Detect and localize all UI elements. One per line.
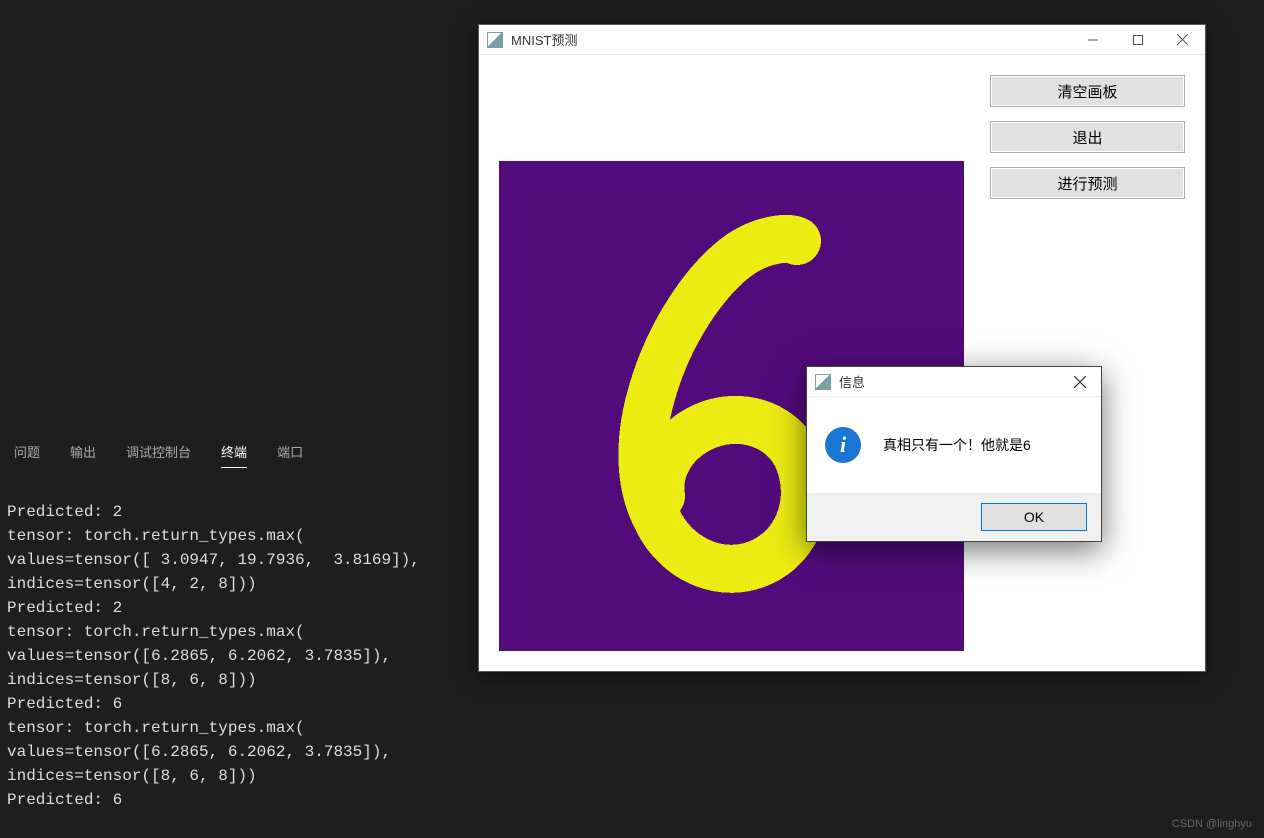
mnist-app-window: MNIST预测 清空画板 退出 进行预测 <box>478 24 1206 672</box>
clear-canvas-button[interactable]: 清空画板 <box>990 75 1185 107</box>
msgbox-title: 信息 <box>839 372 1059 391</box>
watermark: CSDN @linghyu <box>1172 818 1252 830</box>
msgbox-text: 真相只有一个！他就是6 <box>883 435 1031 455</box>
app-title: MNIST预测 <box>511 30 1070 49</box>
info-icon: i <box>825 427 861 463</box>
msgbox-close-button[interactable] <box>1059 367 1101 397</box>
close-button[interactable] <box>1160 25 1205 55</box>
tab-problems[interactable]: 问题 <box>14 442 40 468</box>
terminal-tab-bar: 问题 输出 调试控制台 终端 端口 <box>14 442 303 468</box>
ok-button[interactable]: OK <box>981 503 1087 531</box>
maximize-button[interactable] <box>1115 25 1160 55</box>
predict-button[interactable]: 进行预测 <box>990 167 1185 199</box>
app-icon <box>487 32 503 48</box>
app-titlebar[interactable]: MNIST预测 <box>479 25 1205 55</box>
tab-debug-console[interactable]: 调试控制台 <box>126 442 191 468</box>
terminal-output[interactable]: Predicted: 2 tensor: torch.return_types.… <box>7 500 420 812</box>
tab-ports[interactable]: 端口 <box>277 442 303 468</box>
tab-output[interactable]: 输出 <box>70 442 96 468</box>
minimize-button[interactable] <box>1070 25 1115 55</box>
tab-terminal[interactable]: 终端 <box>221 442 247 468</box>
message-box: 信息 i 真相只有一个！他就是6 OK <box>806 366 1102 542</box>
msgbox-icon <box>815 374 831 390</box>
msgbox-titlebar[interactable]: 信息 <box>807 367 1101 397</box>
exit-button[interactable]: 退出 <box>990 121 1185 153</box>
